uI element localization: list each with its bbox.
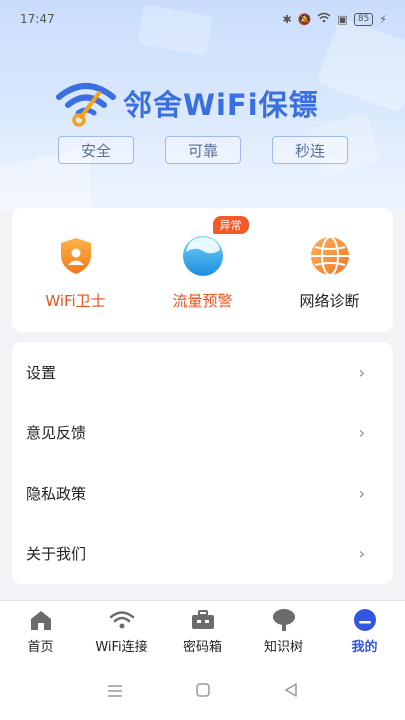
settings-menu: 设置 › 意见反馈 › 隐私政策 › 关于我们 › (12, 342, 393, 584)
toolbox-icon (190, 608, 216, 632)
feature-label: 流量预警 (172, 292, 233, 310)
feature-label: WiFi卫士 (45, 292, 106, 310)
feature-tags: 安全 可靠 秒连 (58, 136, 348, 164)
status-time: 17:47 (20, 12, 55, 26)
menu-item-label: 意见反馈 (26, 424, 87, 443)
menu-icon[interactable] (107, 682, 123, 701)
home-square-icon[interactable] (196, 682, 211, 701)
tab-knowledge-tree[interactable]: 知识树 (243, 608, 324, 655)
header-banner: 17:47 ✱ 🔕 ▣ 85 ⚡ 邻舍WiFi保镖 安全 可靠 秒连 (0, 0, 405, 210)
back-triangle-icon[interactable] (284, 682, 298, 701)
menu-item-label: 设置 (26, 363, 57, 382)
battery-indicator: 85 (353, 12, 374, 26)
chevron-right-icon: › (358, 362, 365, 382)
menu-item-privacy-policy[interactable]: 隐私政策 › (12, 463, 393, 524)
menu-item-label: 关于我们 (26, 545, 87, 564)
chevron-right-icon: › (358, 544, 365, 564)
chevron-right-icon: › (358, 423, 365, 443)
tab-label: WiFi连接 (95, 640, 148, 655)
menu-item-label: 隐私政策 (26, 484, 87, 503)
bottom-tab-bar: 首页 WiFi连接 密码箱 知识树 我的 (0, 600, 405, 662)
feature-wifi-guard[interactable]: WiFi卫士 (21, 234, 131, 311)
water-ball-icon (181, 234, 225, 278)
tree-icon (271, 608, 297, 632)
app-logo-row: 邻舍WiFi保镖 (55, 78, 319, 128)
abnormal-badge: 异常 (212, 216, 249, 234)
tag-fast-connect: 秒连 (272, 136, 348, 164)
bluetooth-icon: ✱ (282, 12, 292, 26)
wifi-signal-icon (317, 12, 331, 26)
mute-icon: 🔕 (297, 12, 312, 26)
shield-user-icon (54, 234, 98, 278)
menu-item-about-us[interactable]: 关于我们 › (12, 524, 393, 585)
tab-wifi-connect[interactable]: WiFi连接 (81, 608, 162, 655)
sim-icon: ▣ (337, 12, 348, 26)
menu-item-feedback[interactable]: 意见反馈 › (12, 403, 393, 464)
tab-label: 首页 (27, 640, 54, 655)
wifi-key-logo-icon (56, 83, 116, 127)
chevron-right-icon: › (358, 483, 365, 503)
feature-label: 网络诊断 (299, 292, 360, 310)
feature-card: WiFi卫士 异常 流量预警 网络诊断 (12, 208, 393, 332)
menu-item-settings[interactable]: 设置 › (12, 342, 393, 403)
tag-safe: 安全 (58, 136, 134, 164)
profile-icon (352, 608, 378, 632)
tab-label: 知识树 (263, 640, 303, 655)
tab-home[interactable]: 首页 (0, 608, 81, 655)
status-bar: 17:47 ✱ 🔕 ▣ 85 ⚡ (0, 0, 405, 38)
tab-label: 我的 (351, 640, 378, 655)
tab-mine[interactable]: 我的 (324, 608, 405, 655)
home-icon (28, 608, 54, 632)
tab-label: 密码箱 (182, 640, 222, 655)
app-title: 邻舍WiFi保镖 (123, 88, 319, 122)
globe-icon (308, 234, 352, 278)
feature-traffic-alert[interactable]: 异常 流量预警 (148, 216, 258, 311)
system-nav-bar (0, 662, 405, 720)
tab-password-box[interactable]: 密码箱 (162, 608, 243, 655)
tag-reliable: 可靠 (165, 136, 241, 164)
charging-icon: ⚡ (379, 12, 387, 26)
feature-network-diagnosis[interactable]: 网络诊断 (275, 234, 385, 311)
wifi-icon (109, 608, 135, 632)
